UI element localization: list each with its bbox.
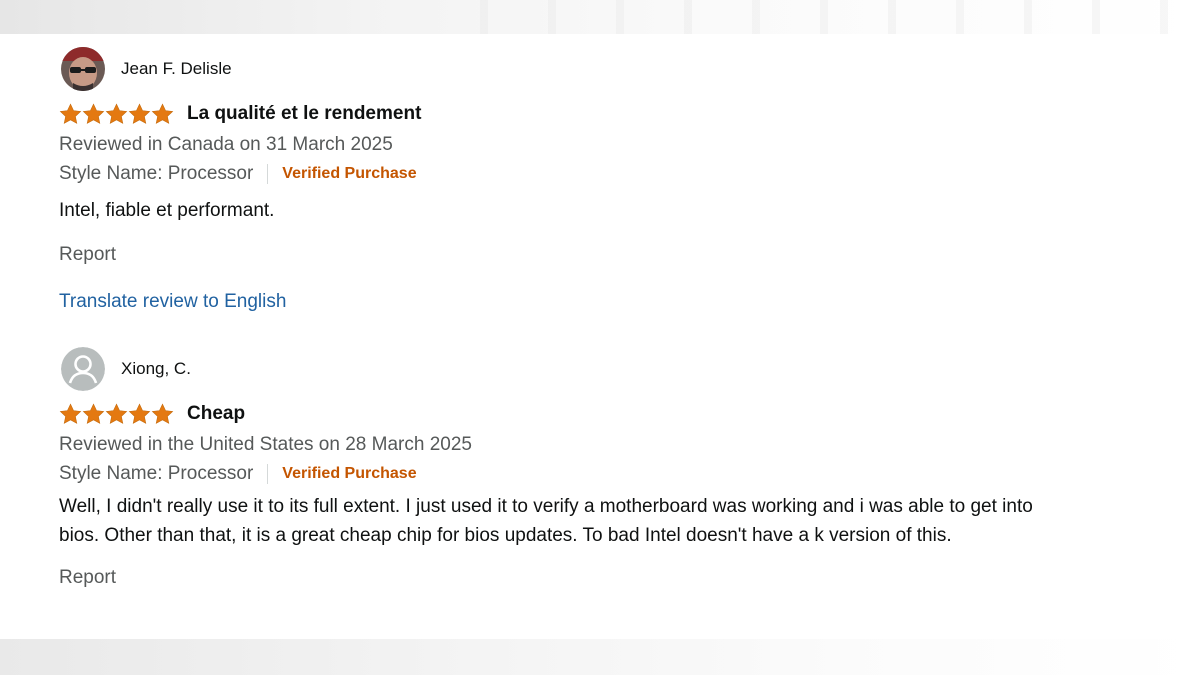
reviewer-avatar [61, 47, 105, 91]
divider [267, 464, 269, 484]
reviewer-profile[interactable]: Xiong, C. [59, 346, 1059, 392]
reviewer-name: Xiong, C. [121, 359, 191, 378]
star-icon [105, 403, 128, 424]
screen-frame-bottom [0, 639, 1200, 675]
verified-purchase-badge[interactable]: Verified Purchase [282, 165, 416, 183]
screen-frame-top [0, 0, 1200, 34]
review-title-row: La qualité et le rendement [59, 100, 1059, 128]
review-title[interactable]: La qualité et le rendement [187, 103, 421, 125]
style-name: Style Name: Processor [59, 463, 254, 484]
review-meta: Style Name: Processor Verified Purchase [59, 462, 1059, 486]
review-date: Reviewed in Canada on 31 March 2025 [59, 134, 393, 155]
review-card: Xiong, C. Cheap Reviewed in the United S… [59, 346, 1059, 590]
review-date: Reviewed in the United States on 28 Marc… [59, 434, 472, 455]
translate-review-link[interactable]: Translate review to English [59, 290, 1059, 314]
divider [267, 164, 269, 184]
reviewer-avatar [61, 347, 105, 391]
review-body: Well, I didn't really use it to its full… [59, 496, 1033, 546]
reviewer-photo-icon [61, 47, 105, 91]
star-icon [151, 103, 174, 124]
report-link[interactable]: Report [59, 243, 116, 267]
verified-purchase-badge[interactable]: Verified Purchase [282, 465, 416, 483]
star-icon [128, 103, 151, 124]
report-link[interactable]: Report [59, 566, 116, 590]
review-title-row: Cheap [59, 400, 1059, 428]
review-card: Jean F. Delisle La qualité et le rendeme… [59, 46, 1059, 314]
default-user-icon [61, 347, 105, 391]
style-name: Style Name: Processor [59, 163, 254, 184]
star-rating[interactable] [59, 403, 174, 425]
review-body: Intel, fiable et performant. [59, 200, 275, 221]
star-rating[interactable] [59, 103, 174, 125]
review-title[interactable]: Cheap [187, 403, 245, 425]
star-icon [82, 103, 105, 124]
star-icon [105, 103, 128, 124]
star-icon [59, 403, 82, 424]
review-meta: Style Name: Processor Verified Purchase [59, 162, 1059, 186]
reviewer-name: Jean F. Delisle [121, 59, 232, 78]
star-icon [82, 403, 105, 424]
star-icon [151, 403, 174, 424]
reviewer-profile[interactable]: Jean F. Delisle [59, 46, 1059, 92]
star-icon [128, 403, 151, 424]
star-icon [59, 103, 82, 124]
